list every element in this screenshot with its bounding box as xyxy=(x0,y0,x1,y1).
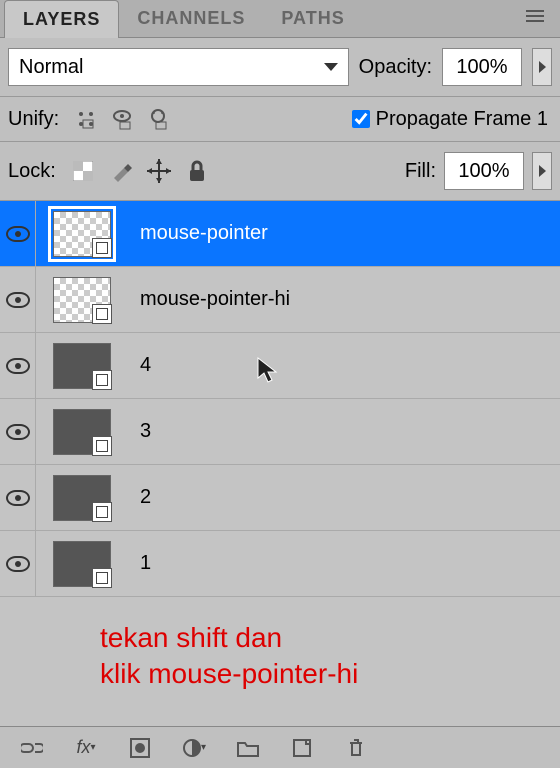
visibility-toggle[interactable] xyxy=(0,267,36,332)
new-layer-icon[interactable] xyxy=(290,736,314,760)
visibility-toggle[interactable] xyxy=(0,531,36,596)
layer-name[interactable]: 2 xyxy=(128,486,560,509)
layer-row[interactable]: 3 xyxy=(0,399,560,465)
unify-visibility-icon[interactable] xyxy=(109,107,135,131)
layer-thumbnail[interactable] xyxy=(36,399,128,464)
layer-row[interactable]: 4 xyxy=(0,333,560,399)
propagate-frame-checkbox[interactable]: Propagate Frame 1 xyxy=(352,108,548,131)
smart-object-icon xyxy=(92,436,112,456)
eye-icon xyxy=(6,358,30,374)
lock-label: Lock: xyxy=(8,160,56,183)
panel-footer: fx▾ ▾ xyxy=(0,726,560,768)
layer-thumbnail[interactable] xyxy=(36,333,128,398)
tab-layers[interactable]: LAYERS xyxy=(4,0,119,38)
lock-transparency-icon[interactable] xyxy=(70,158,96,184)
lock-pixels-icon[interactable] xyxy=(108,158,134,184)
eye-icon xyxy=(6,556,30,572)
layer-thumbnail[interactable] xyxy=(36,201,128,266)
visibility-toggle[interactable] xyxy=(0,465,36,530)
smart-object-icon xyxy=(92,370,112,390)
annotation-line1: tekan shift dan xyxy=(100,620,358,656)
propagate-checkbox-input[interactable] xyxy=(352,110,370,128)
tab-paths[interactable]: PATHS xyxy=(263,0,362,37)
layer-mask-icon[interactable] xyxy=(128,736,152,760)
annotation-overlay: tekan shift dan klik mouse-pointer-hi xyxy=(100,620,358,693)
panel-menu-icon[interactable] xyxy=(520,5,550,32)
smart-object-icon xyxy=(92,238,112,258)
lock-all-icon[interactable] xyxy=(184,158,210,184)
blend-opacity-row: Normal Opacity: 100% xyxy=(0,38,560,97)
chevron-down-icon xyxy=(324,63,338,71)
eye-icon xyxy=(6,292,30,308)
adjustment-layer-icon[interactable]: ▾ xyxy=(182,736,206,760)
fill-value[interactable]: 100% xyxy=(444,152,524,190)
layer-thumbnail[interactable] xyxy=(36,531,128,596)
layer-thumbnail[interactable] xyxy=(36,465,128,530)
smart-object-icon xyxy=(92,568,112,588)
unify-position-icon[interactable] xyxy=(73,107,99,131)
new-group-icon[interactable] xyxy=(236,736,260,760)
cursor-icon xyxy=(256,356,278,389)
lock-fill-row: Lock: Fill: 100% xyxy=(0,142,560,201)
unify-icons xyxy=(73,107,171,131)
fill-label: Fill: xyxy=(405,160,436,183)
fill-flyout[interactable] xyxy=(532,152,552,190)
unify-row: Unify: Propagate Frame 1 xyxy=(0,97,560,142)
unify-label: Unify: xyxy=(8,108,59,131)
delete-layer-icon[interactable] xyxy=(344,736,368,760)
layer-thumbnail[interactable] xyxy=(36,267,128,332)
panel-tabs: LAYERS CHANNELS PATHS xyxy=(0,0,560,38)
eye-icon xyxy=(6,226,30,242)
link-layers-icon[interactable] xyxy=(20,736,44,760)
propagate-label: Propagate Frame 1 xyxy=(376,108,548,131)
smart-object-icon xyxy=(92,502,112,522)
visibility-toggle[interactable] xyxy=(0,333,36,398)
visibility-toggle[interactable] xyxy=(0,399,36,464)
lock-icons xyxy=(70,158,210,184)
blend-mode-value: Normal xyxy=(19,56,83,79)
layer-row[interactable]: mouse-pointer-hi xyxy=(0,267,560,333)
layer-name[interactable]: 4 xyxy=(128,354,560,377)
unify-style-icon[interactable] xyxy=(145,107,171,131)
layer-name[interactable]: mouse-pointer-hi xyxy=(128,288,560,311)
opacity-flyout[interactable] xyxy=(532,48,552,86)
annotation-line2: klik mouse-pointer-hi xyxy=(100,656,358,692)
eye-icon xyxy=(6,424,30,440)
layer-name[interactable]: 3 xyxy=(128,420,560,443)
lock-position-icon[interactable] xyxy=(146,158,172,184)
tab-channels[interactable]: CHANNELS xyxy=(119,0,263,37)
fill-group: Fill: 100% xyxy=(405,152,552,190)
eye-icon xyxy=(6,490,30,506)
layer-style-icon[interactable]: fx▾ xyxy=(74,736,98,760)
layer-name[interactable]: mouse-pointer xyxy=(128,222,560,245)
opacity-value[interactable]: 100% xyxy=(442,48,522,86)
layer-row[interactable]: mouse-pointer xyxy=(0,201,560,267)
layer-name[interactable]: 1 xyxy=(128,552,560,575)
layer-row[interactable]: 2 xyxy=(0,465,560,531)
blend-mode-select[interactable]: Normal xyxy=(8,48,349,86)
layer-row[interactable]: 1 xyxy=(0,531,560,597)
visibility-toggle[interactable] xyxy=(0,201,36,266)
smart-object-icon xyxy=(92,304,112,324)
opacity-label: Opacity: xyxy=(359,56,432,79)
